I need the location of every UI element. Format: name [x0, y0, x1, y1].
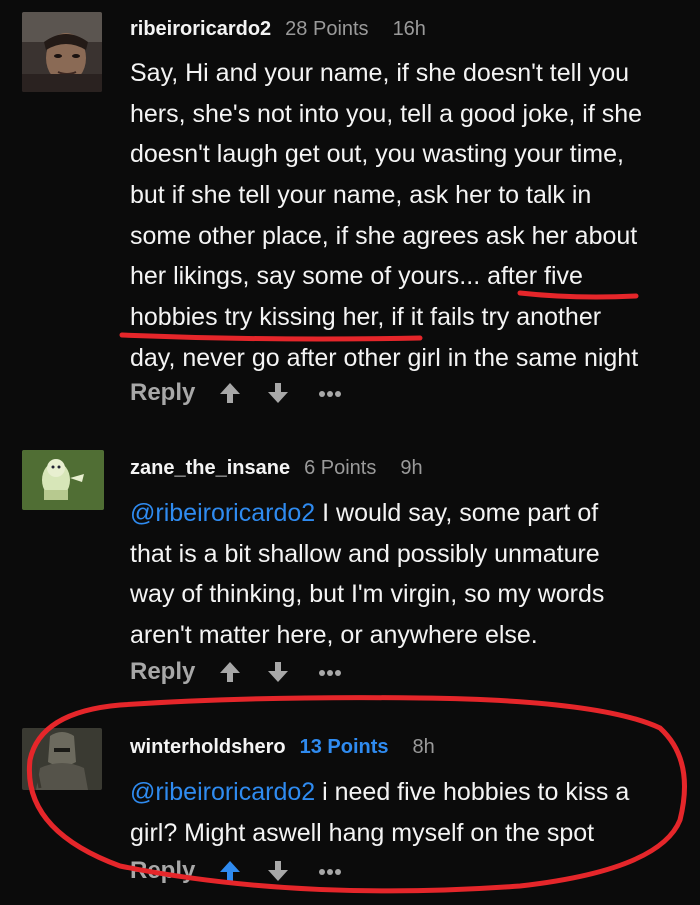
comment-actions: Reply: [130, 856, 343, 886]
user-mention-link[interactable]: @ribeiroricardo2: [130, 778, 315, 806]
comment-body-text: I would say, some part of: [315, 499, 599, 527]
more-dots-icon[interactable]: [317, 858, 343, 884]
comment-body-line: hobbies try kissing her, if it fails try…: [130, 303, 602, 332]
comment-body-line: that is a bit shallow and possibly unmat…: [130, 539, 600, 568]
avatar-armor-icon: [22, 728, 102, 790]
comment-body-line: aren't matter here, or anywhere else.: [130, 621, 538, 650]
comment-body-line: some other place, if she agrees ask her …: [130, 221, 638, 250]
comment-time: 8h: [412, 736, 435, 758]
reply-button[interactable]: Reply: [130, 857, 195, 885]
avatar[interactable]: [22, 450, 104, 510]
comment-actions: Reply: [130, 378, 343, 408]
reply-button[interactable]: Reply: [130, 379, 195, 407]
comment-body-line: her likings, say some of yours... after …: [130, 262, 583, 291]
reply-button[interactable]: Reply: [130, 658, 195, 686]
comment-username[interactable]: winterholdshero: [130, 736, 286, 759]
arrow-up-icon[interactable]: [217, 858, 243, 884]
avatar[interactable]: [22, 12, 102, 92]
user-mention-link[interactable]: @ribeiroricardo2: [130, 499, 315, 527]
avatar-cartoon-icon: [22, 450, 104, 510]
comment-body-line: hers, she's not into you, tell a good jo…: [130, 99, 643, 128]
arrow-up-icon[interactable]: [217, 380, 243, 406]
comment-username[interactable]: ribeiroricardo2: [130, 18, 271, 41]
arrow-down-icon[interactable]: [265, 858, 291, 884]
comment-body-line: but if she tell your name, ask her to ta…: [130, 181, 592, 210]
comment-body-line: @ribeiroricardo2 i need five hobbies to …: [130, 772, 690, 813]
comment-body: @ribeiroricardo2 I would say, some part …: [130, 493, 690, 656]
comment-body-line: Say, Hi and your name, if she doesn't te…: [130, 59, 630, 87]
avatar[interactable]: [22, 728, 102, 790]
comment-body-text: i need five hobbies to kiss a: [315, 778, 630, 806]
more-dots-icon[interactable]: [317, 380, 343, 406]
comment-header: winterholdshero 13 Points 8h: [130, 736, 435, 759]
comment-points: 6 Points: [304, 457, 377, 479]
comment-body: @ribeiroricardo2 i need five hobbies to …: [130, 772, 690, 853]
comment-points: 13 Points: [299, 736, 389, 758]
comment-time: 16h: [392, 18, 426, 40]
comment-body-line: doesn't laugh get out, you wasting your …: [130, 140, 624, 169]
comment-username[interactable]: zane_the_insane: [130, 457, 290, 480]
comment-actions: Reply: [130, 657, 343, 687]
comment-body-line: way of thinking, but I'm virgin, so my w…: [130, 580, 605, 609]
comment-header: zane_the_insane 6 Points 9h: [130, 457, 423, 480]
avatar-photo-icon: [22, 12, 102, 92]
arrow-up-icon[interactable]: [217, 659, 243, 685]
comment-body-line: day, never go after other girl in the sa…: [130, 343, 639, 372]
comment-body-line: @ribeiroricardo2 I would say, some part …: [130, 493, 690, 534]
arrow-down-icon[interactable]: [265, 380, 291, 406]
comment-body: Say, Hi and your name, if she doesn't te…: [130, 53, 690, 379]
arrow-down-icon[interactable]: [265, 659, 291, 685]
comment-points: 28 Points: [285, 18, 369, 40]
comment-header: ribeiroricardo2 28 Points 16h: [130, 18, 426, 41]
comment-body-line: girl? Might aswell hang myself on the sp…: [130, 818, 595, 847]
more-dots-icon[interactable]: [317, 659, 343, 685]
comment-time: 9h: [400, 457, 423, 479]
